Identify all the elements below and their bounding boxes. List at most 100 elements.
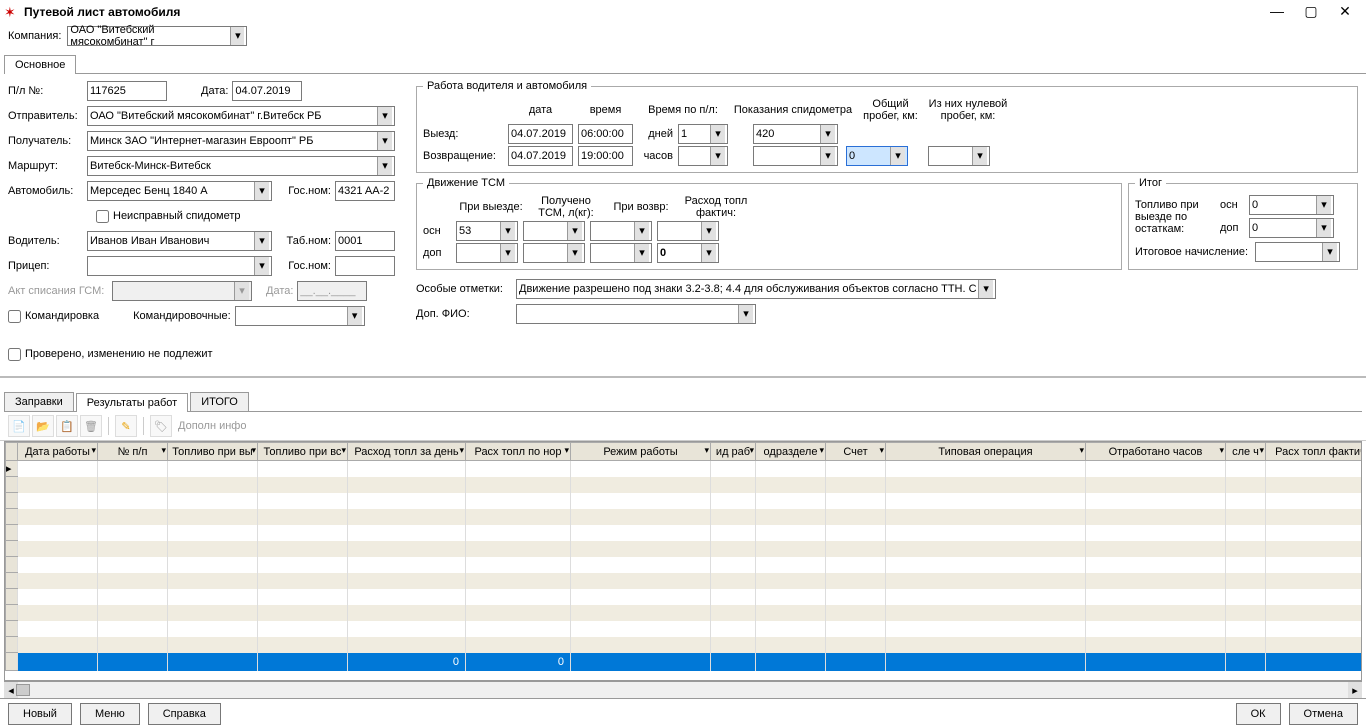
main-tabs: Основное bbox=[4, 54, 1366, 74]
dopfio-label: Доп. ФИО: bbox=[416, 308, 512, 320]
osn-recv-select[interactable]: ▾ bbox=[523, 221, 585, 241]
menu-button[interactable]: Меню bbox=[80, 703, 140, 725]
tabnom-input[interactable] bbox=[335, 231, 395, 251]
out-date-input[interactable] bbox=[508, 124, 573, 144]
minimize-button[interactable]: — bbox=[1268, 3, 1286, 21]
plno-input[interactable] bbox=[87, 81, 167, 101]
toolbar-separator bbox=[108, 417, 109, 435]
footer: Новый Меню Справка ОК Отмена bbox=[0, 698, 1366, 728]
dop-fact-select[interactable]: 0▾ bbox=[657, 243, 719, 263]
cancel-button[interactable]: Отмена bbox=[1289, 703, 1358, 725]
date-input[interactable] bbox=[232, 81, 302, 101]
extra-info-label: Дополн инфо bbox=[178, 420, 246, 432]
sender-label: Отправитель: bbox=[8, 110, 83, 122]
edit-icon[interactable]: ✎ bbox=[115, 415, 137, 437]
route-select[interactable]: Витебск-Минск-Витебск▾ bbox=[87, 156, 395, 176]
results-grid[interactable]: Дата работы▾№ п/п▾Топливо при вы▾Топливо… bbox=[4, 441, 1362, 681]
chevron-down-icon: ▾ bbox=[978, 280, 993, 298]
auto-label: Автомобиль: bbox=[8, 185, 83, 197]
chevron-down-icon: ▾ bbox=[500, 244, 515, 262]
horizontal-scrollbar[interactable]: ◂ ▸ bbox=[4, 681, 1362, 699]
grid-column-header[interactable]: Топливо при вы▾ bbox=[168, 443, 258, 461]
ok-button[interactable]: ОК bbox=[1236, 703, 1281, 725]
dop-ret-select[interactable]: ▾ bbox=[590, 243, 652, 263]
trailer-select[interactable]: ▾ bbox=[87, 256, 272, 276]
grid-column-header[interactable]: ид раб▾ bbox=[711, 443, 756, 461]
tcm-group: Движение ТСМ При выезде: Получено ТСМ, л… bbox=[416, 177, 1122, 270]
trip-check[interactable]: Командировка bbox=[8, 310, 99, 323]
help-button[interactable]: Справка bbox=[148, 703, 221, 725]
chevron-down-icon: ▾ bbox=[1316, 219, 1331, 237]
tabnom-label: Таб.ном: bbox=[276, 235, 331, 247]
grid-column-header[interactable]: одразделе▾ bbox=[756, 443, 826, 461]
chevron-down-icon: ▾ bbox=[634, 222, 649, 240]
ret-label: Возвращение: bbox=[423, 150, 503, 162]
form-area: П/л №: Дата: Отправитель: ОАО "Витебский… bbox=[0, 74, 1366, 374]
grid-column-header[interactable]: Режим работы▾ bbox=[571, 443, 711, 461]
chevron-down-icon: ▾ bbox=[634, 244, 649, 262]
doc-icon: 📋 bbox=[56, 415, 78, 437]
grid-column-header[interactable]: сле ч▾ bbox=[1226, 443, 1266, 461]
checked-check[interactable]: Проверено, изменению не подлежит bbox=[8, 348, 213, 361]
grid-column-header[interactable]: Дата работы▾ bbox=[18, 443, 98, 461]
chevron-down-icon: ▾ bbox=[377, 132, 392, 150]
chevron-down-icon: ▾ bbox=[890, 147, 905, 165]
itog-final-select[interactable]: ▾ bbox=[1255, 242, 1340, 262]
dopfio-select[interactable]: ▾ bbox=[516, 304, 756, 324]
hours-select[interactable]: ▾ bbox=[678, 146, 728, 166]
dop-out-select[interactable]: ▾ bbox=[456, 243, 518, 263]
bad-spido-check[interactable]: Неисправный спидометр bbox=[96, 210, 241, 223]
dop-recv-select[interactable]: ▾ bbox=[523, 243, 585, 263]
spido-out-select[interactable]: 420▾ bbox=[753, 124, 838, 144]
tab-results[interactable]: Результаты работ bbox=[76, 393, 188, 412]
grid-column-header[interactable]: Расход топл за день▾ bbox=[348, 443, 466, 461]
tab-total[interactable]: ИТОГО bbox=[190, 392, 249, 411]
ret-date-input[interactable] bbox=[508, 146, 573, 166]
grid-column-header[interactable]: Счет▾ bbox=[826, 443, 886, 461]
sender-select[interactable]: ОАО "Витебский мясокомбинат" г.Витебск Р… bbox=[87, 106, 395, 126]
window-title: Путевой лист автомобиля bbox=[24, 5, 1268, 19]
driver-select[interactable]: Иванов Иван Иванович▾ bbox=[87, 231, 272, 251]
chevron-down-icon: ▾ bbox=[701, 222, 716, 240]
grid-column-header[interactable]: Отработано часов▾ bbox=[1086, 443, 1226, 461]
scroll-thumb[interactable] bbox=[16, 684, 30, 696]
maximize-button[interactable]: ▢ bbox=[1302, 3, 1320, 21]
travel-exp-select[interactable]: ▾ bbox=[235, 306, 365, 326]
osn-out-select[interactable]: 53▾ bbox=[456, 221, 518, 241]
grid-column-header[interactable]: Типовая операция▾ bbox=[886, 443, 1086, 461]
ret-time-input[interactable] bbox=[578, 146, 633, 166]
grid-column-header[interactable]: Расх топл по нор▾ bbox=[466, 443, 571, 461]
chevron-down-icon: ▾ bbox=[1316, 196, 1331, 214]
spido-ret-select[interactable]: ▾ bbox=[753, 146, 838, 166]
special-select[interactable]: Движение разрешено под знаки 3.2-3.8; 4.… bbox=[516, 279, 996, 299]
chevron-down-icon: ▾ bbox=[567, 244, 582, 262]
plno-label: П/л №: bbox=[8, 85, 83, 97]
grid-column-header[interactable]: Топливо при вс▾ bbox=[258, 443, 348, 461]
date-label: Дата: bbox=[201, 85, 228, 97]
trailer-gosnom-input[interactable] bbox=[335, 256, 395, 276]
close-button[interactable]: ✕ bbox=[1336, 3, 1354, 21]
osn-fact-select[interactable]: ▾ bbox=[657, 221, 719, 241]
chevron-down-icon: ▾ bbox=[254, 232, 269, 250]
chevron-down-icon: ▾ bbox=[500, 222, 515, 240]
new-button[interactable]: Новый bbox=[8, 703, 72, 725]
chevron-down-icon: ▾ bbox=[710, 125, 725, 143]
itog-dop-select[interactable]: 0▾ bbox=[1249, 218, 1334, 238]
itog-osn-select[interactable]: 0▾ bbox=[1249, 195, 1334, 215]
new-icon[interactable]: 📄 bbox=[8, 415, 30, 437]
out-time-input[interactable] bbox=[578, 124, 633, 144]
company-select[interactable]: ОАО "Витебский мясокомбинат" г▾ bbox=[67, 26, 247, 46]
tab-main[interactable]: Основное bbox=[4, 55, 76, 74]
total-km-select[interactable]: 0▾ bbox=[846, 146, 908, 166]
zero-km-select[interactable]: ▾ bbox=[928, 146, 990, 166]
auto-select[interactable]: Мерседес Бенц 1840 А▾ bbox=[87, 181, 272, 201]
grid-column-header[interactable]: № п/п▾ bbox=[98, 443, 168, 461]
gosnom-input[interactable] bbox=[335, 181, 395, 201]
grid-column-header[interactable]: Расх топл фактич▾ bbox=[1266, 443, 1363, 461]
tag-icon: 🏷 bbox=[150, 415, 172, 437]
osn-ret-select[interactable]: ▾ bbox=[590, 221, 652, 241]
days-select[interactable]: 1▾ bbox=[678, 124, 728, 144]
receiver-select[interactable]: Минск ЗАО "Интернет-магазин Евроопт" РБ▾ bbox=[87, 131, 395, 151]
tab-refills[interactable]: Заправки bbox=[4, 392, 74, 411]
grid-toolbar: 📄 📂 📋 🗑 ✎ 🏷 Дополн инфо bbox=[0, 412, 1366, 441]
